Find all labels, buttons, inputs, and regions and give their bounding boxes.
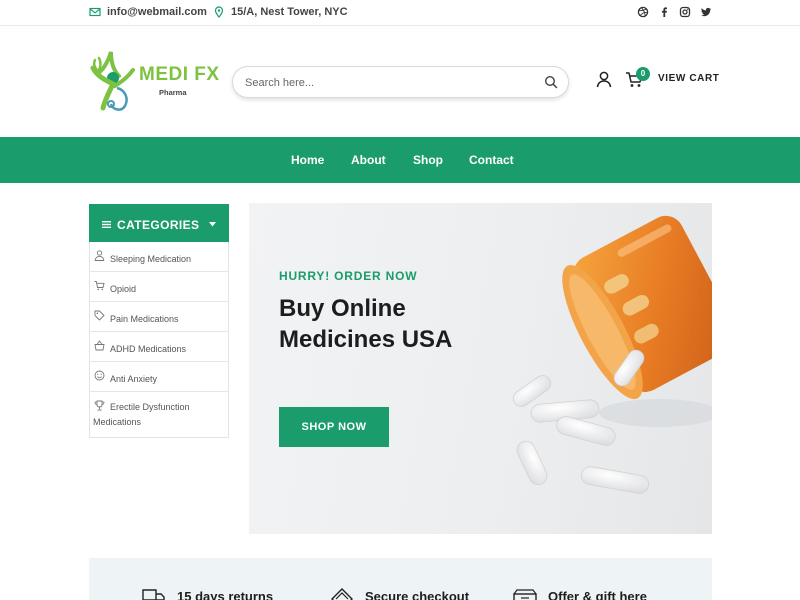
user-account-icon[interactable] <box>596 71 612 88</box>
email-text: info@webmail.com <box>107 6 207 18</box>
card-icon <box>331 588 353 600</box>
shop-now-button[interactable]: SHOP NOW <box>279 407 389 447</box>
feature-label: 15 days returns <box>177 588 274 600</box>
gift-icon <box>513 589 537 600</box>
feature-label: Secure checkout <box>365 588 470 600</box>
category-label: Erectile Dysfunction Medications <box>93 402 190 427</box>
category-item-erectile-dysfunction[interactable]: Erectile Dysfunction Medications <box>90 392 228 437</box>
categories-header[interactable]: CATEGORIES <box>89 204 229 242</box>
cart-icon <box>94 281 105 291</box>
feature-returns: 15 days returns <box>141 585 273 600</box>
instagram-icon[interactable] <box>679 6 691 18</box>
search-icon[interactable] <box>544 75 558 89</box>
category-item-anti-anxiety[interactable]: Anti Anxiety <box>90 362 228 392</box>
nav-item-home[interactable]: Home <box>291 153 324 167</box>
nav-item-shop[interactable]: Shop <box>413 153 443 167</box>
categories-sidebar: CATEGORIES Sleeping Medication Opioid Pa… <box>89 204 229 438</box>
truck-icon <box>142 589 165 600</box>
category-item-pain-medications[interactable]: Pain Medications <box>90 302 228 332</box>
hero-banner: HURRY! ORDER NOW Buy Online Medicines US… <box>249 203 712 534</box>
brand-subtitle: Pharma <box>159 88 187 97</box>
logo-mark-icon <box>90 51 135 111</box>
map-pin-icon <box>214 6 224 18</box>
hero-headline: Buy Online Medicines USA <box>279 295 453 353</box>
logo[interactable]: MEDI FX Pharma <box>89 48 219 114</box>
address-text: 15/A, Nest Tower, NYC <box>231 6 348 18</box>
nav-item-contact[interactable]: Contact <box>469 153 514 167</box>
category-label: ADHD Medications <box>110 344 187 354</box>
social-links <box>637 6 712 18</box>
medicine-bottle-pills-image <box>512 215 712 494</box>
view-cart-link[interactable]: VIEW CART <box>658 73 720 84</box>
category-label: Anti Anxiety <box>110 374 158 384</box>
brand-name: MEDI FX <box>139 64 220 85</box>
category-item-sleeping-medication[interactable]: Sleeping Medication <box>90 242 228 272</box>
contact-address: 15/A, Nest Tower, NYC <box>213 6 348 18</box>
feature-label: Offer & gift here <box>548 588 647 600</box>
category-label: Sleeping Medication <box>110 254 192 264</box>
smile-icon <box>94 370 105 381</box>
menu-bars-icon <box>102 221 111 228</box>
categories-list: Sleeping Medication Opioid Pain Medicati… <box>89 242 229 438</box>
category-label: Opioid <box>110 284 137 294</box>
nav-item-about[interactable]: About <box>351 153 386 167</box>
search-input[interactable] <box>245 74 535 91</box>
twitter-icon[interactable] <box>700 6 712 18</box>
category-item-opioid[interactable]: Opioid <box>90 272 228 302</box>
chevron-down-icon <box>209 222 216 227</box>
facebook-icon[interactable] <box>658 6 670 18</box>
basket-icon <box>94 340 105 351</box>
category-item-adhd-medications[interactable]: ADHD Medications <box>90 332 228 362</box>
main-nav: Home About Shop Contact <box>0 137 800 183</box>
top-bar: info@webmail.com 15/A, Nest Tower, NYC <box>0 0 800 26</box>
mail-icon <box>89 7 101 17</box>
dribbble-icon[interactable] <box>637 6 649 18</box>
category-label: Pain Medications <box>110 314 179 324</box>
search-bar <box>232 66 569 98</box>
person-icon <box>94 250 105 261</box>
feature-secure-checkout: Secure checkout <box>329 585 469 600</box>
categories-title: CATEGORIES <box>117 218 200 232</box>
feature-offer-gift: Offer & gift here <box>512 585 647 600</box>
cart-count-badge: 0 <box>636 67 650 81</box>
features-strip: 15 days returns Secure checkout Offer & … <box>89 558 712 600</box>
hero-tagline: HURRY! ORDER NOW <box>279 269 418 283</box>
tag-icon <box>94 310 105 321</box>
contact-email[interactable]: info@webmail.com <box>89 6 207 18</box>
site-header: MEDI FX Pharma 0 VIEW CART <box>0 26 800 137</box>
